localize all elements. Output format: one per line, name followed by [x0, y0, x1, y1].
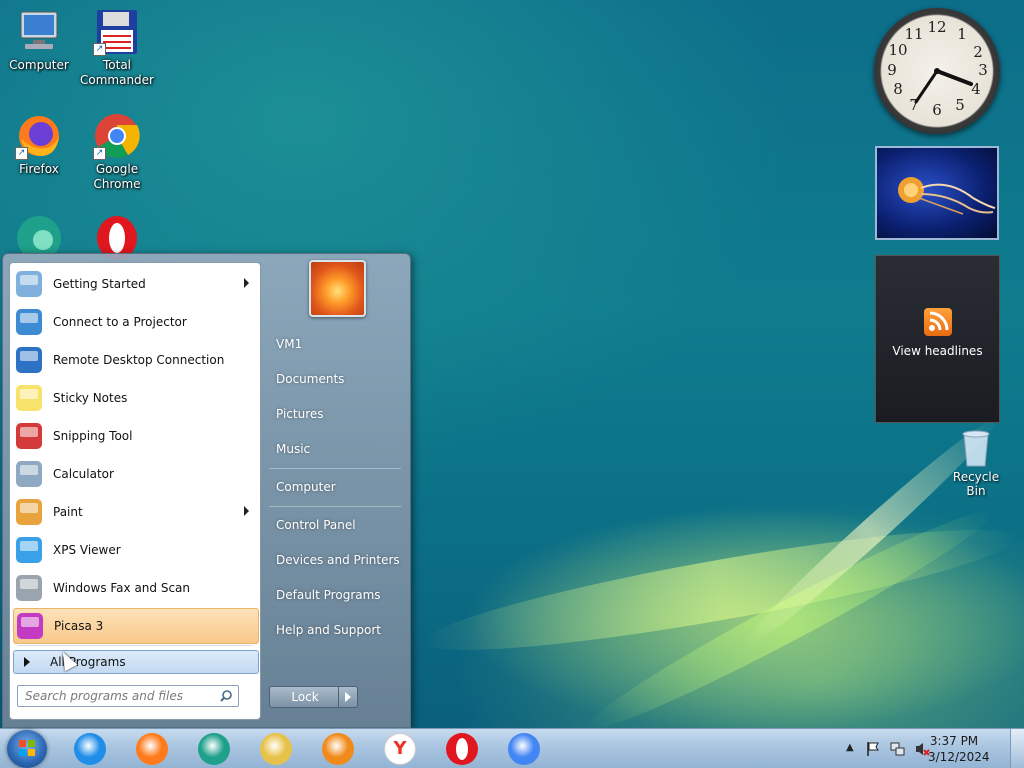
start-menu-documents[interactable]: Documents [276, 367, 406, 391]
explorer-icon[interactable] [260, 733, 292, 765]
start-menu-music[interactable]: Music [276, 437, 406, 461]
desktop-icon-label: Google Chrome [93, 162, 141, 191]
taskbar-clock[interactable]: 3:37 PM 3/12/2024 [928, 733, 990, 765]
clock-gadget[interactable]: 12 1 2 3 4 5 6 7 8 9 10 11 [874, 8, 1000, 134]
desktop-icon-recycle-bin[interactable]: Recycle Bin [944, 424, 1008, 498]
desktop-icon-label: Firefox [19, 162, 59, 176]
chrome-icon: ↗ [93, 112, 141, 160]
program-item[interactable]: Picasa 3 [13, 608, 259, 644]
clock-hands [914, 68, 973, 104]
computer-icon [15, 8, 63, 56]
scissors-icon [13, 420, 45, 452]
program-item[interactable]: Remote Desktop Connection [13, 342, 259, 378]
program-label: Picasa 3 [54, 619, 104, 633]
desktop-icon-total-commander[interactable]: ↗ Total Commander [78, 8, 156, 88]
projector-icon [13, 306, 45, 338]
program-label: Connect to a Projector [53, 315, 187, 329]
taskbar: Y ▲ 3:37 PM 3/12/2024 [0, 728, 1024, 768]
edge-icon[interactable] [198, 733, 230, 765]
fax-icon [13, 572, 45, 604]
jellyfish-image [898, 177, 996, 215]
program-label: Sticky Notes [53, 391, 128, 405]
ie-icon[interactable] [74, 733, 106, 765]
xps-icon [13, 534, 45, 566]
shutdown-options-arrow[interactable] [338, 686, 358, 708]
chrome-icon[interactable] [508, 733, 540, 765]
all-programs-button[interactable]: All Programs [13, 650, 259, 674]
calculator-icon [13, 458, 45, 490]
clock-date: 3/12/2024 [928, 750, 990, 764]
desktop-icon-firefox[interactable]: ↗ Firefox [0, 112, 78, 177]
program-item[interactable]: Getting Started [13, 266, 259, 302]
program-item[interactable]: Calculator [13, 456, 259, 492]
yandex-icon[interactable]: Y [384, 733, 416, 765]
start-menu-computer[interactable]: Computer [276, 475, 406, 499]
view-headlines-label[interactable]: View headlines [876, 344, 999, 358]
start-menu-programs-pane: Getting Started Connect to a Projector Rem… [9, 262, 261, 720]
start-menu-devices-printers[interactable]: Devices and Printers [276, 548, 406, 572]
program-item[interactable]: Sticky Notes [13, 380, 259, 416]
program-label: Paint [53, 505, 83, 519]
show-hidden-icons-icon[interactable]: ▲ [846, 742, 854, 753]
opera-icon[interactable] [446, 733, 478, 765]
submenu-arrow-icon[interactable] [244, 506, 249, 516]
program-item[interactable]: Windows Fax and Scan [13, 570, 259, 606]
user-account-picture[interactable] [309, 260, 366, 317]
clock-time: 3:37 PM [929, 734, 979, 748]
show-desktop-button[interactable] [1010, 729, 1024, 768]
program-item[interactable]: Connect to a Projector [13, 304, 259, 340]
picasa-icon [14, 610, 46, 642]
slideshow-gadget[interactable] [875, 146, 999, 240]
program-item[interactable]: Paint [13, 494, 259, 530]
sticky-notes-icon [13, 382, 45, 414]
program-label: Calculator [53, 467, 114, 481]
shortcut-arrow-icon: ↗ [93, 43, 106, 56]
shortcut-arrow-icon: ↗ [93, 147, 106, 160]
windows-logo-icon [19, 740, 35, 756]
program-label: XPS Viewer [53, 543, 121, 557]
start-menu-help-support[interactable]: Help and Support [276, 618, 406, 642]
expand-arrow-icon [24, 657, 30, 667]
divider [269, 506, 401, 507]
recycle-bin-icon [956, 424, 996, 468]
firefox-icon: ↗ [15, 112, 63, 160]
program-label: Windows Fax and Scan [53, 581, 191, 595]
search-input[interactable]: Search programs and files [17, 685, 239, 707]
search-placeholder: Search programs and files [25, 689, 183, 703]
program-label: Snipping Tool [53, 429, 133, 443]
shortcut-arrow-icon: ↗ [15, 147, 28, 160]
lock-button[interactable]: Lock [269, 686, 341, 708]
desktop-icon-label: Computer [9, 58, 69, 72]
getting-started-icon [13, 268, 45, 300]
firefox-icon[interactable] [136, 733, 168, 765]
start-button[interactable] [7, 730, 47, 768]
desktop-icon-google-chrome[interactable]: ↗ Google Chrome [78, 112, 156, 192]
divider [269, 468, 401, 469]
media-player-icon[interactable] [322, 733, 354, 765]
desktop-icon-computer[interactable]: Computer [0, 8, 78, 73]
feed-headlines-gadget[interactable]: View headlines [875, 255, 1000, 423]
wallpaper-streak [577, 494, 1003, 746]
start-menu-default-programs[interactable]: Default Programs [276, 583, 406, 607]
desktop-icon-label: Total Commander [80, 58, 154, 87]
program-item[interactable]: XPS Viewer [13, 532, 259, 568]
submenu-arrow-icon[interactable] [244, 278, 249, 288]
divider [18, 645, 252, 646]
search-icon[interactable] [220, 690, 232, 702]
remote-desktop-icon [13, 344, 45, 376]
recycle-bin-label: Recycle Bin [952, 470, 1000, 498]
program-item[interactable]: Snipping Tool [13, 418, 259, 454]
start-menu-control-panel[interactable]: Control Panel [276, 513, 406, 537]
wallpaper-streak [419, 508, 1021, 672]
action-center-flag-icon[interactable] [866, 741, 880, 757]
program-label: Remote Desktop Connection [53, 353, 225, 367]
program-label: Getting Started [53, 277, 146, 291]
rss-icon [923, 308, 952, 336]
start-menu-user-vm1[interactable]: VM1 [276, 332, 406, 356]
start-menu-pictures[interactable]: Pictures [276, 402, 406, 426]
network-icon[interactable] [890, 741, 906, 757]
floppy-icon: ↗ [93, 8, 141, 56]
paint-icon [13, 496, 45, 528]
